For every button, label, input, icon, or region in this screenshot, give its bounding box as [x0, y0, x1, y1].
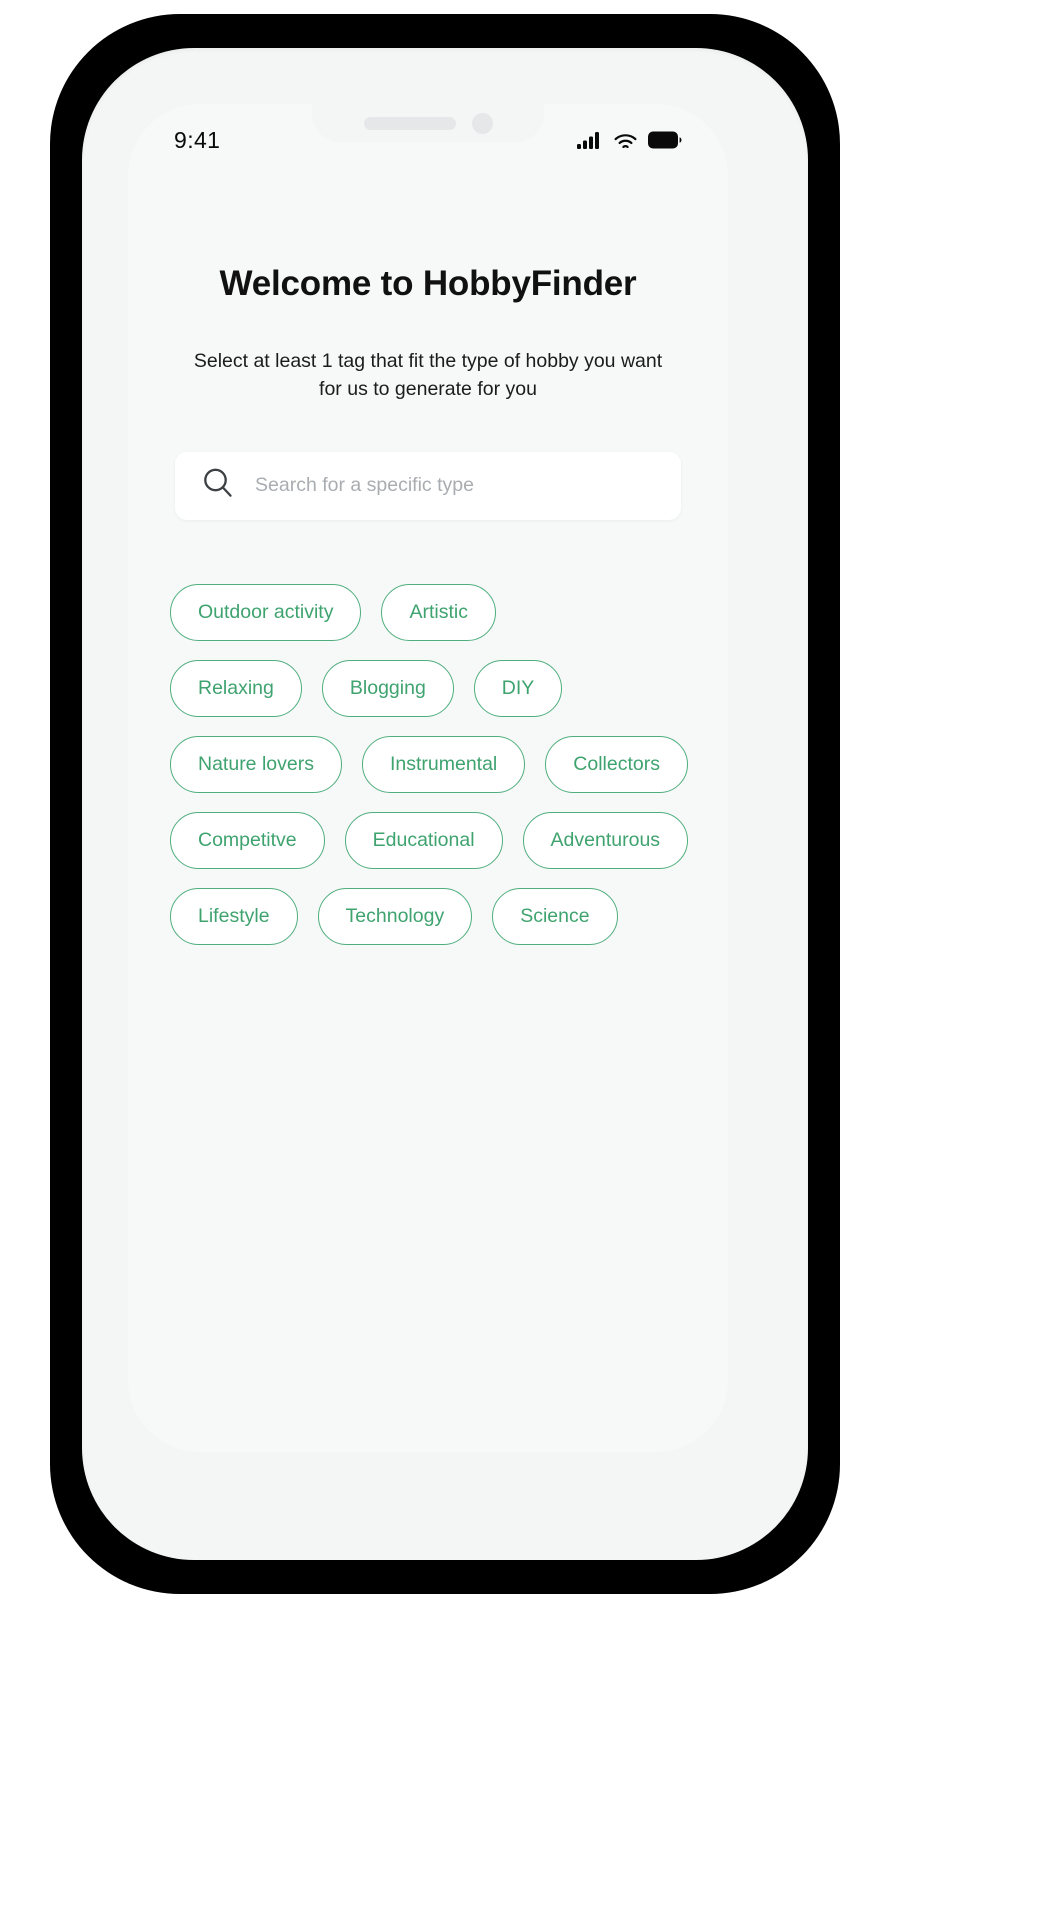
earpiece-speaker-icon [363, 116, 456, 130]
search-bar[interactable] [175, 451, 681, 520]
phone-screen: 9:41 Welcome to HobbyFinder Select at le… [128, 104, 728, 1452]
tag-chip[interactable]: Competitve [170, 811, 325, 869]
tag-chip[interactable]: Educational [344, 811, 503, 869]
tag-row: Nature lovers Instrumental Collectors [170, 735, 688, 793]
tag-chip[interactable]: Adventurous [522, 811, 689, 869]
status-time: 9:41 [174, 126, 221, 153]
wifi-icon [613, 131, 638, 149]
tag-list: Outdoor activity Artistic Relaxing Blogg… [170, 583, 689, 945]
screenshot-stage: 9:41 Welcome to HobbyFinder Select at le… [0, 0, 1046, 1920]
tag-chip[interactable]: DIY [473, 659, 563, 717]
tag-chip[interactable]: Artistic [381, 583, 496, 641]
page-title: Welcome to HobbyFinder [219, 264, 637, 303]
search-input[interactable] [255, 474, 655, 498]
tag-chip[interactable]: Outdoor activity [170, 583, 362, 641]
status-icon-group [577, 131, 682, 149]
tag-chip[interactable]: Relaxing [170, 659, 302, 717]
cellular-signal-icon [577, 131, 603, 149]
tag-chip[interactable]: Science [492, 887, 618, 945]
battery-icon [648, 131, 682, 149]
tag-chip[interactable]: Lifestyle [170, 887, 298, 945]
tag-chip[interactable]: Nature lovers [170, 735, 342, 793]
front-camera-icon [471, 112, 493, 134]
tag-chip[interactable]: Instrumental [361, 735, 526, 793]
tag-row: Outdoor activity Artistic [170, 583, 686, 641]
tag-chip[interactable]: Collectors [545, 735, 688, 793]
page-subtitle: Select at least 1 tag that fit the type … [193, 350, 663, 401]
main-content: Welcome to HobbyFinder Select at least 1… [128, 104, 728, 1452]
search-icon [201, 466, 235, 505]
tag-row: Competitve Educational Adventurous [170, 811, 689, 869]
tag-chip[interactable]: Technology [317, 887, 473, 945]
tag-row: Lifestyle Technology Science [170, 887, 686, 945]
tag-row: Relaxing Blogging DIY [170, 659, 686, 717]
phone-notch [312, 104, 544, 142]
tag-chip[interactable]: Blogging [321, 659, 454, 717]
